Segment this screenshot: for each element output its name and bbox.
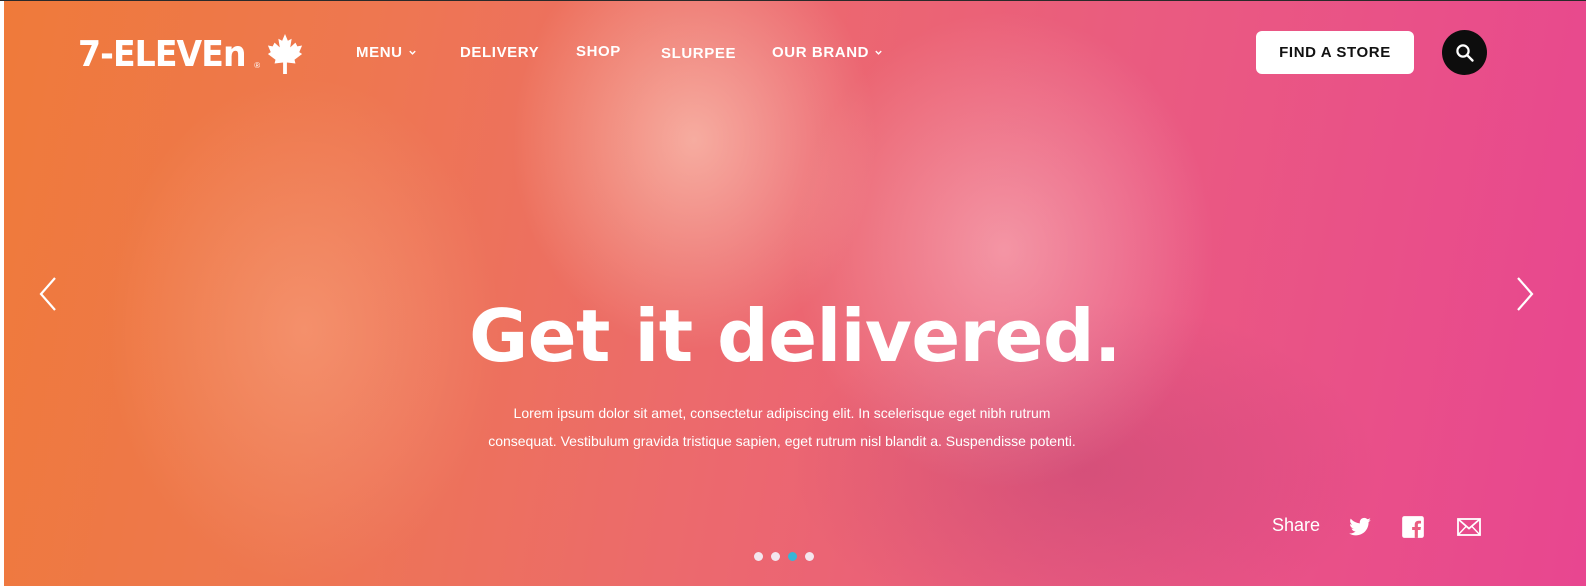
nav-item-slurpee-label: SLURPEE <box>661 45 737 62</box>
nav-item-our-brand[interactable]: OUR BRAND <box>772 44 883 61</box>
share-label: Share <box>1272 515 1321 535</box>
facebook-icon[interactable] <box>1400 514 1426 540</box>
nav-item-delivery-label: DELIVERY <box>460 44 540 61</box>
search-button[interactable] <box>1442 30 1487 75</box>
chevron-down-icon <box>875 50 882 55</box>
nav-item-our-brand-label: OUR BRAND <box>772 44 870 61</box>
find-store-button[interactable]: FIND A STORE <box>1256 31 1414 74</box>
twitter-icon[interactable] <box>1347 514 1373 540</box>
search-icon <box>1455 43 1474 62</box>
carousel-dot-4[interactable] <box>805 552 814 561</box>
hero-headline: Get it delivered. <box>469 294 1121 378</box>
nav-item-menu[interactable]: MENU <box>356 44 417 61</box>
nav-item-shop[interactable]: SHOP <box>576 43 621 60</box>
carousel-dot-2[interactable] <box>771 552 780 561</box>
nav-item-shop-label: SHOP <box>576 43 621 60</box>
nav-item-menu-label: MENU <box>356 44 403 61</box>
logo-text: 7-ELEVEn <box>78 33 247 75</box>
hero-body-line-2: consequat. Vestibulum gravida tristique … <box>488 433 1076 449</box>
carousel-dot-3-active[interactable] <box>788 552 797 561</box>
hero-body: Lorem ipsum dolor sit amet, consectetur … <box>456 399 1108 455</box>
chevron-down-icon <box>408 50 416 55</box>
carousel-dot-1[interactable] <box>754 552 763 561</box>
nav-item-slurpee[interactable]: SLURPEE <box>661 45 736 62</box>
email-icon[interactable] <box>1456 514 1482 540</box>
logo-registered-mark: ® <box>254 60 261 70</box>
carousel-indicators <box>754 552 814 561</box>
maple-leaf-icon <box>268 34 303 74</box>
brand-logo[interactable]: 7-ELEVEn ® <box>78 32 304 76</box>
nav-item-delivery[interactable]: DELIVERY <box>460 44 539 61</box>
top-border <box>0 0 1590 1</box>
hero-body-line-1: Lorem ipsum dolor sit amet, consectetur … <box>513 405 1051 421</box>
